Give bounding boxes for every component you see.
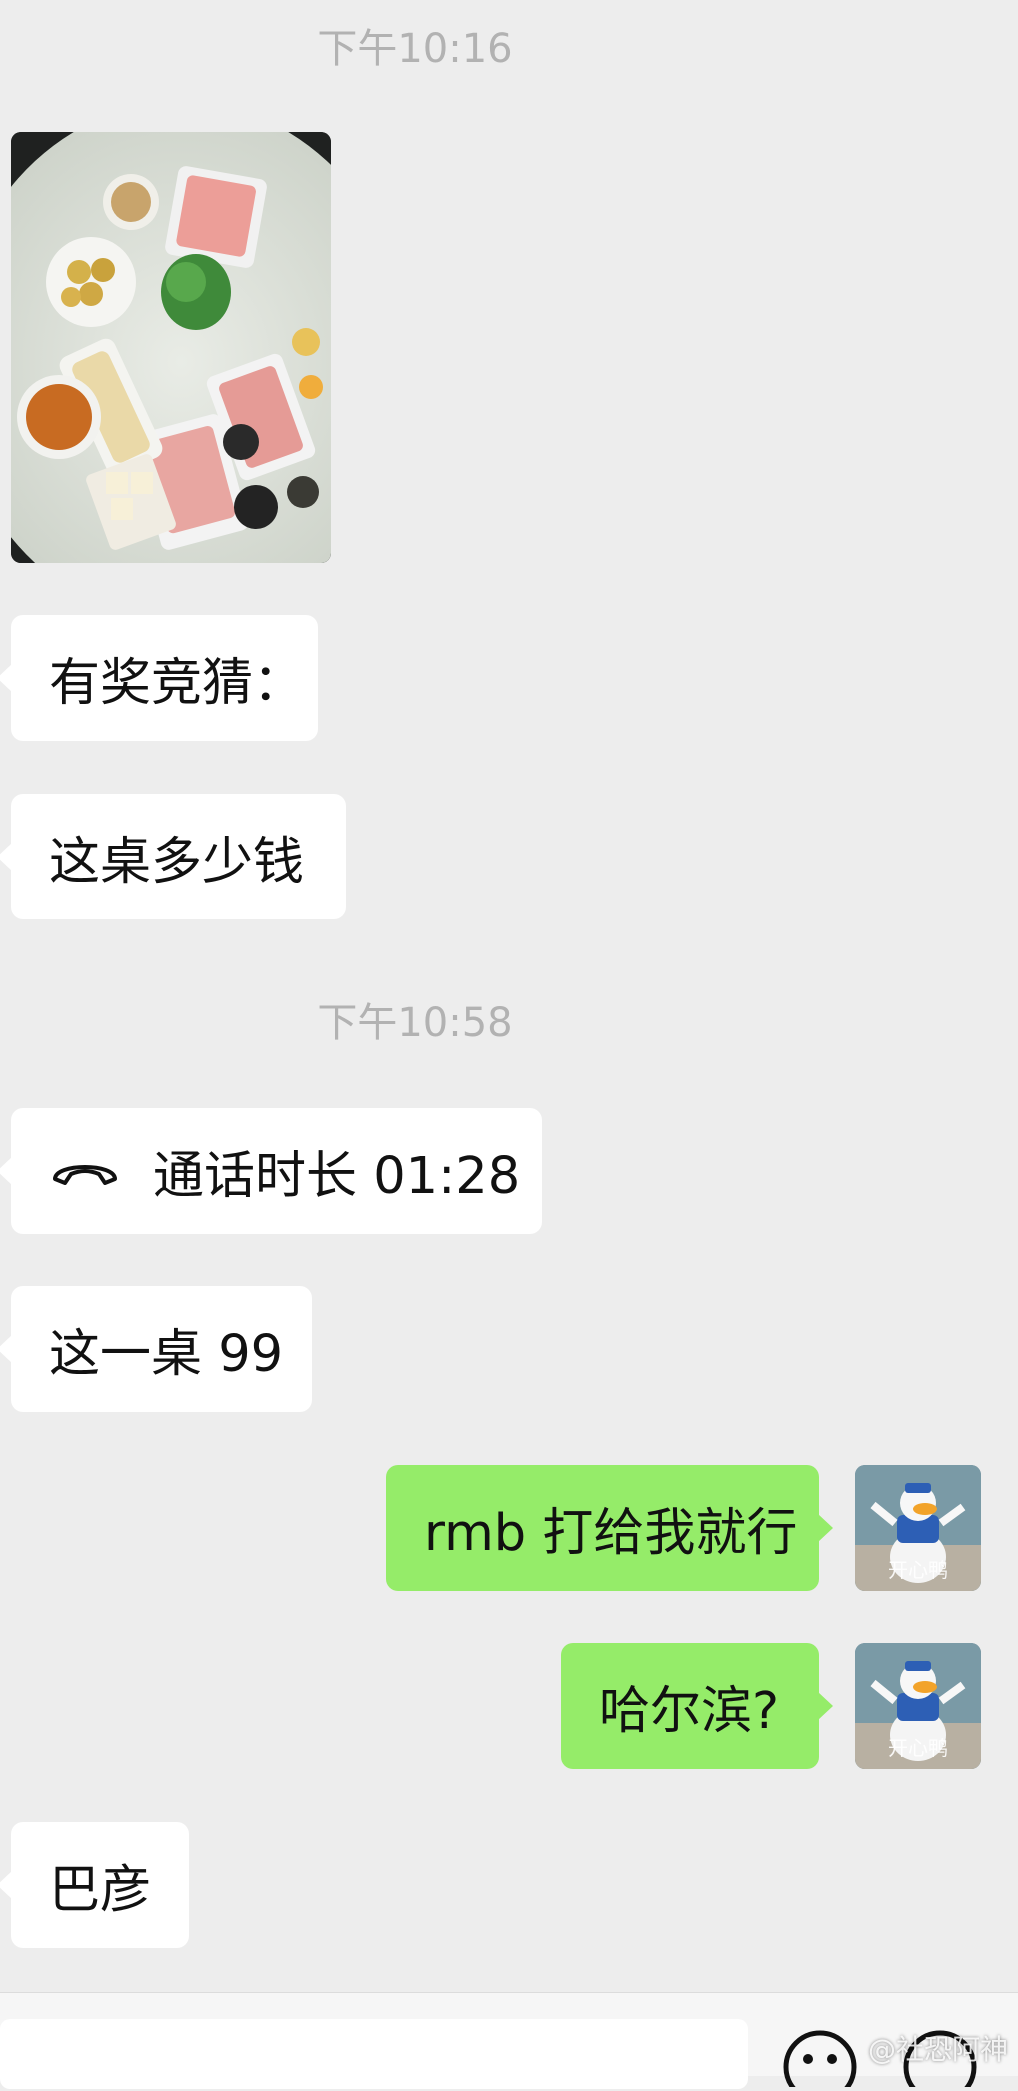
avatar[interactable]: 开心鸭 <box>855 1465 981 1591</box>
input-bar: @社恐阿神 <box>0 1992 1018 2091</box>
watermark: @社恐阿神 <box>867 2033 1008 2066</box>
message-text: 有奖竞猜： <box>49 654 305 713</box>
message-bubble-incoming[interactable]: 有奖竞猜： <box>0 615 318 741</box>
timestamp: 下午10:58 <box>317 1000 513 1046</box>
message-text: 这一桌 99 <box>49 1325 284 1384</box>
message-text: rmb 打给我就行 <box>424 1504 798 1563</box>
hotpot-photo-image <box>11 132 331 563</box>
call-duration-text: 通话时长 01:28 <box>153 1147 521 1206</box>
message-bubble-incoming[interactable]: 这一桌 99 <box>0 1286 312 1412</box>
timestamp: 下午10:16 <box>317 26 513 72</box>
emoji-icon[interactable] <box>780 2027 860 2091</box>
message-bubble-outgoing[interactable]: 哈尔滨? <box>561 1643 833 1769</box>
message-text: 这桌多少钱 <box>49 832 305 892</box>
call-record-bubble[interactable]: 通话时长 01:28 <box>0 1108 542 1234</box>
message-text: 巴彦 <box>49 1861 152 1920</box>
message-bubble-outgoing[interactable]: rmb 打给我就行 <box>386 1465 833 1591</box>
avatar[interactable]: 开心鸭 <box>855 1643 981 1769</box>
avatar-caption: 开心鸭 <box>888 1736 948 1760</box>
message-bubble-incoming[interactable]: 这桌多少钱 <box>0 794 346 919</box>
message-text: 哈尔滨? <box>599 1682 780 1741</box>
message-bubble-incoming[interactable]: 巴彦 <box>0 1822 189 1948</box>
hotpot-photo-message[interactable] <box>11 132 331 563</box>
avatar-caption: 开心鸭 <box>888 1558 948 1582</box>
message-input[interactable] <box>0 2019 748 2089</box>
phone-handset-icon <box>49 1153 121 1189</box>
